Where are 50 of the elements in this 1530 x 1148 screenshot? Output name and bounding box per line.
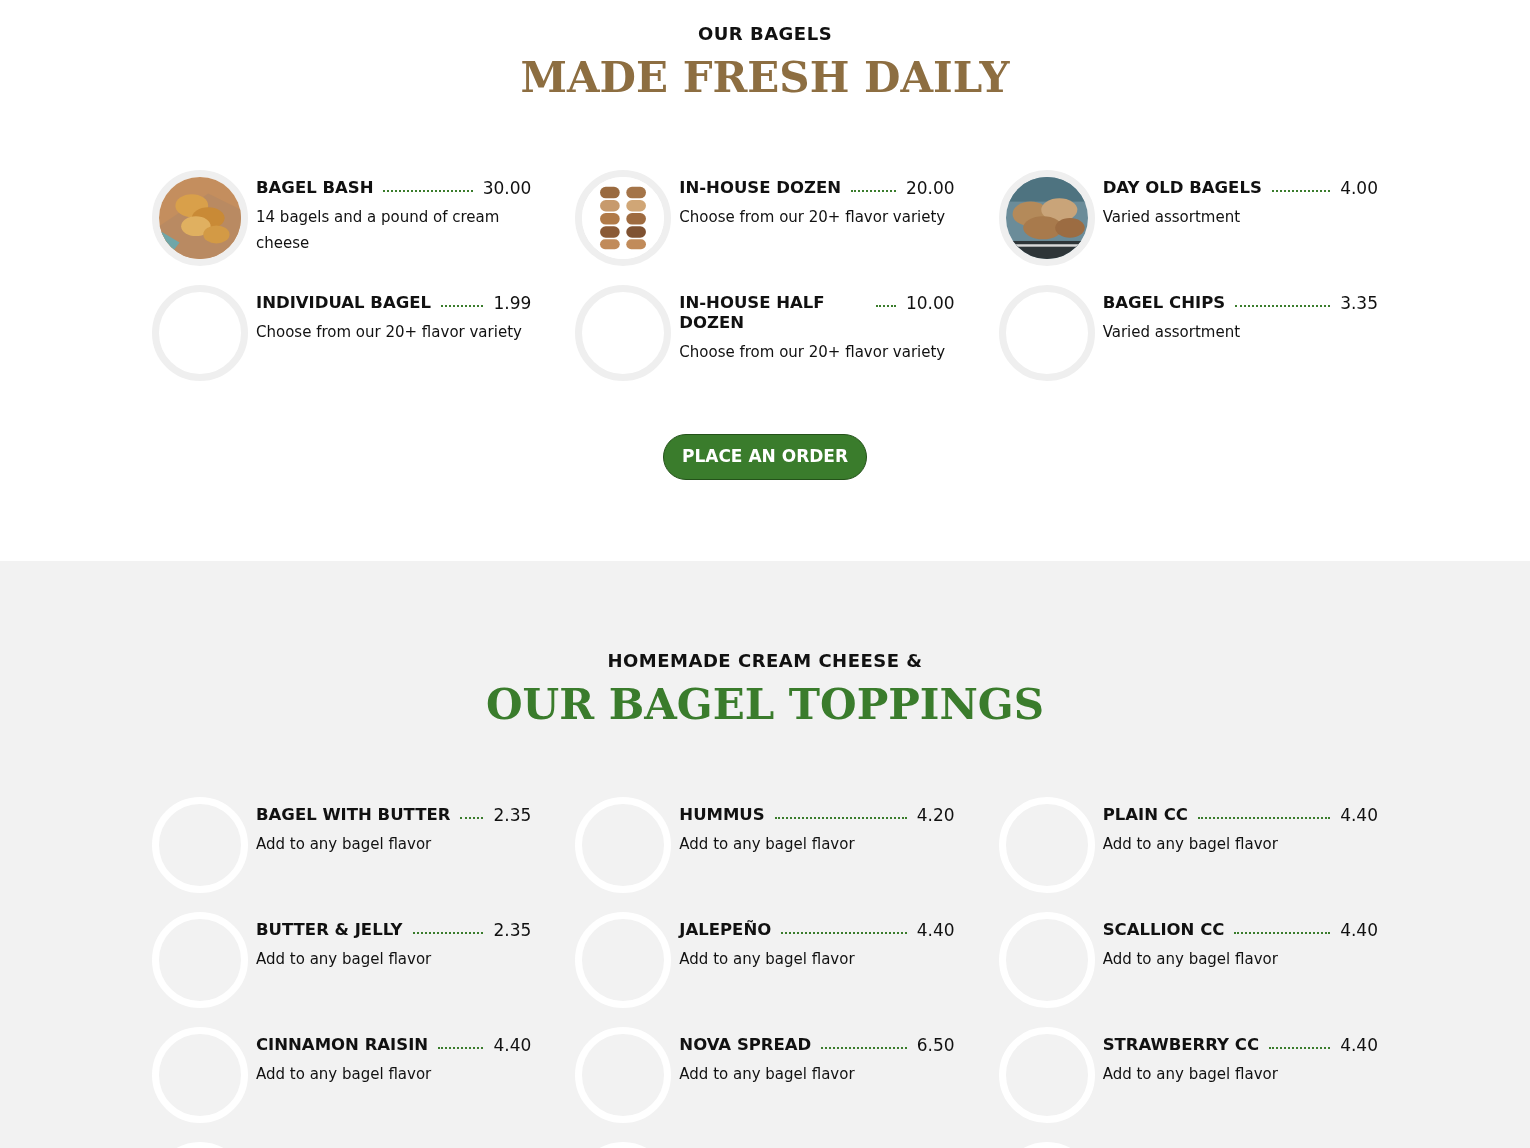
item-price: 1.99 (493, 293, 532, 313)
item-name: BAGEL WITH BUTTER (256, 805, 451, 825)
item-description: Add to any bagel flavor (1102, 949, 1279, 970)
item-name: BUTTER & JELLY (256, 920, 403, 940)
item-price: 4.00 (1340, 178, 1378, 198)
item-description: Add to any bagel flavor (256, 949, 433, 970)
item-price: 4.40 (916, 920, 955, 940)
item-name: BAGEL CHIPS (1102, 293, 1226, 313)
item-name: INDIVIDUAL BAGEL (256, 293, 431, 313)
item-price: 3.35 (1340, 293, 1378, 313)
section-title: OUR BAGEL TOPPINGS (484, 679, 1046, 731)
item-price: 4.40 (1340, 805, 1378, 825)
item-description: Add to any bagel flavor (679, 949, 856, 970)
item-name: JALEPEÑO (679, 920, 772, 940)
item-description: 14 bagels and a pound of cream cheese (256, 207, 501, 254)
item-price: 30.00 (482, 178, 532, 198)
item-price: 4.40 (1340, 1035, 1378, 1055)
item-name: DAY OLD BAGELS (1102, 178, 1262, 198)
item-description: Add to any bagel flavor (1102, 834, 1279, 855)
section-kicker: OUR BAGELS (696, 22, 834, 46)
item-price: 20.00 (906, 178, 955, 198)
item-price: 4.40 (493, 1035, 532, 1055)
item-price: 4.40 (1340, 920, 1378, 940)
item-price: 2.35 (493, 920, 532, 940)
item-description: Choose from our 20+ flavor variety (256, 322, 523, 343)
item-description: Choose from our 20+ flavor variety (679, 207, 947, 228)
item-name: HUMMUS (679, 805, 765, 825)
item-name: BAGEL BASH (256, 178, 374, 198)
item-description: Add to any bagel flavor (256, 1064, 433, 1085)
section-kicker: HOMEMADE CREAM CHEESE & (606, 649, 924, 673)
item-name: PLAIN CC (1102, 805, 1188, 825)
item-name: NOVA SPREAD (679, 1035, 812, 1055)
item-price: 6.50 (916, 1035, 955, 1055)
item-price: 4.20 (916, 805, 955, 825)
item-name: CINNAMON RAISIN (256, 1035, 429, 1055)
item-description: Add to any bagel flavor (1102, 1064, 1279, 1085)
item-price: 10.00 (906, 293, 955, 313)
item-description: Varied assortment (1102, 322, 1242, 343)
item-description: Varied assortment (1102, 207, 1242, 228)
item-description: Add to any bagel flavor (679, 834, 856, 855)
item-description: Add to any bagel flavor (679, 1064, 856, 1085)
item-name: SCALLION CC (1102, 920, 1225, 940)
order-button[interactable]: PLACE AN ORDER (662, 434, 868, 480)
item-name: IN-HOUSE DOZEN (679, 178, 842, 198)
section-title: MADE FRESH DAILY (519, 52, 1011, 104)
item-name: STRAWBERRY CC (1102, 1035, 1259, 1055)
item-description: Add to any bagel flavor (256, 834, 433, 855)
item-description: Choose from our 20+ flavor variety (679, 342, 947, 363)
item-price: 2.35 (493, 805, 532, 825)
item-name: IN-HOUSE HALF DOZEN (679, 293, 826, 333)
